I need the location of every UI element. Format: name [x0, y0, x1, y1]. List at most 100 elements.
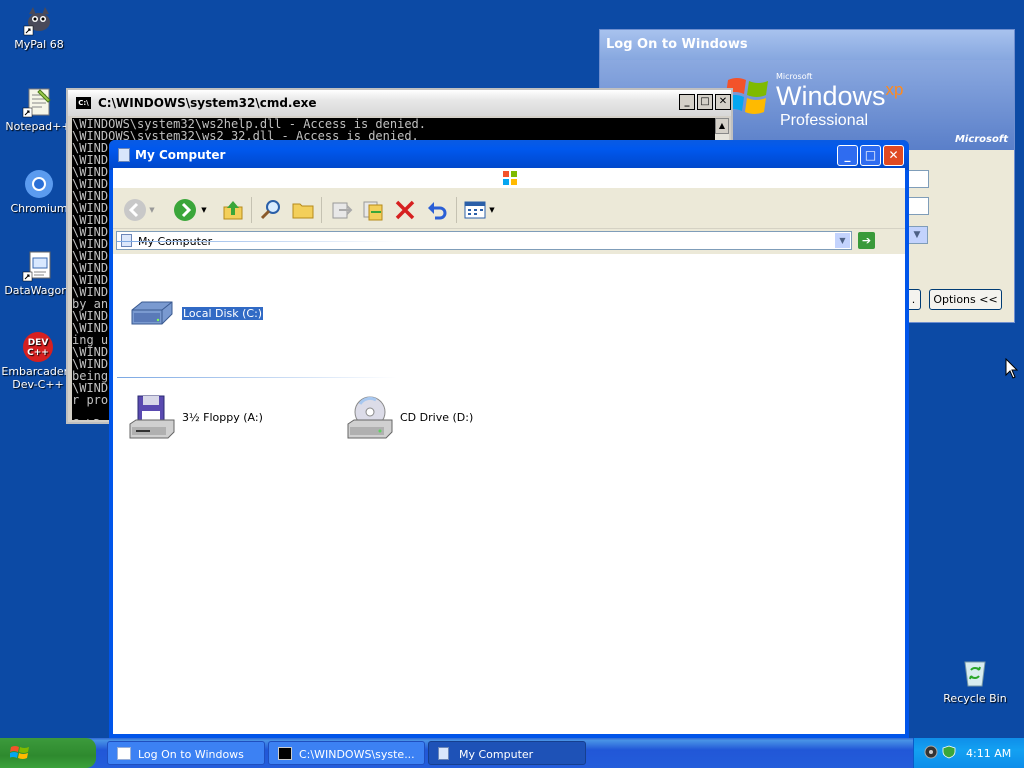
windows-flag-icon: [10, 746, 29, 759]
chromium-icon: [25, 170, 53, 198]
cmd-icon: [278, 747, 292, 760]
mypal-icon: [23, 7, 50, 36]
delete-icon: [395, 200, 415, 220]
cd-drive-icon: [347, 396, 393, 439]
close-button[interactable]: ✕: [883, 145, 904, 166]
username-field[interactable]: [906, 170, 929, 188]
my-computer-titlebar[interactable]: My Computer _ □ ✕: [109, 140, 909, 170]
recycle-bin-icon: [964, 661, 986, 687]
cmd-title: C:\WINDOWS\system32\cmd.exe: [98, 96, 317, 110]
brand-xp: xp: [885, 80, 904, 99]
back-button[interactable]: [123, 198, 147, 222]
drive-label: 3½ Floppy (A:): [182, 410, 263, 424]
mouse-cursor-icon: [1005, 358, 1019, 379]
desktop-icon-devcpp[interactable]: DEV C++ Embarcadero Dev-C++: [0, 331, 76, 391]
taskbar-item-cmd[interactable]: C:\WINDOWS\syste...: [268, 741, 425, 765]
taskbar: Log On to Windows C:\WINDOWS\syste... My…: [0, 738, 1024, 768]
up-folder-icon: [223, 201, 243, 220]
svg-text:C++: C++: [27, 348, 49, 358]
desktop-icon-datawagon[interactable]: DataWagon.: [0, 250, 76, 297]
desktop-icon-label: Notepad++: [5, 120, 71, 133]
forward-icon: [174, 199, 196, 221]
taskbar-item-logon[interactable]: Log On to Windows: [107, 741, 265, 765]
options-button[interactable]: Options <<: [929, 289, 1002, 310]
views-icon: [464, 201, 486, 219]
folders-button[interactable]: [291, 198, 315, 222]
toolbar: ▼ ▼ ▼: [113, 188, 905, 229]
drive-label: CD Drive (D:): [400, 410, 474, 424]
tray-icon[interactable]: [924, 745, 938, 759]
taskbar-item-label: C:\WINDOWS\syste...: [299, 748, 415, 761]
drive-local-disk[interactable]: Local Disk (C:): [128, 298, 265, 328]
go-button[interactable]: ➔: [858, 232, 875, 249]
forward-dropdown[interactable]: ▼: [199, 198, 209, 222]
drive-cd[interactable]: CD Drive (D:): [346, 394, 473, 440]
views-dropdown[interactable]: ▼: [487, 198, 497, 222]
taskbar-item-label: Log On to Windows: [138, 748, 244, 761]
svg-text:DEV: DEV: [28, 338, 49, 348]
undo-button[interactable]: [425, 198, 449, 222]
desktop-icon-recycle-bin[interactable]: Recycle Bin: [940, 656, 1010, 705]
maximize-button[interactable]: □: [697, 94, 713, 110]
views-button[interactable]: [463, 198, 487, 222]
back-dropdown[interactable]: ▼: [147, 198, 157, 222]
drive-floppy[interactable]: 3½ Floppy (A:): [128, 394, 263, 440]
delete-button[interactable]: [393, 198, 417, 222]
devcpp-icon: DEV C++: [23, 332, 53, 362]
forward-button[interactable]: [173, 198, 197, 222]
brand-edition: Professional: [780, 112, 869, 129]
scroll-up-icon[interactable]: ▲: [715, 118, 729, 134]
my-computer-window[interactable]: My Computer _ □ ✕ ▼ ▼ ▼ My Computer ▼ ➔ …: [109, 140, 909, 738]
brand-windows: Windowsxp: [776, 80, 904, 111]
shield-icon[interactable]: [942, 745, 956, 759]
taskbar-item-my-computer[interactable]: My Computer: [428, 741, 586, 765]
start-button[interactable]: [0, 738, 96, 768]
password-field[interactable]: [906, 197, 929, 215]
datawagon-icon: [22, 251, 51, 282]
group-divider: [117, 241, 397, 242]
brand-microsoft: Microsoft: [954, 134, 1008, 145]
chevron-down-icon[interactable]: ▼: [835, 233, 850, 248]
undo-icon: [428, 202, 447, 220]
logon-title: Log On to Windows: [600, 30, 1014, 60]
toolbar-separator: [251, 197, 252, 223]
maximize-button[interactable]: □: [860, 145, 881, 166]
minimize-button[interactable]: _: [679, 94, 695, 110]
drives-list[interactable]: Local Disk (C:) 3½ Floppy (A:) CD Drive …: [113, 241, 905, 734]
desktop-icon-label: MyPal 68: [14, 38, 64, 51]
copy-to-button[interactable]: [361, 198, 385, 222]
system-tray: 4:11 AM: [913, 738, 1024, 768]
clock[interactable]: 4:11 AM: [966, 747, 1011, 760]
my-computer-title: My Computer: [135, 148, 226, 162]
taskbar-item-label: My Computer: [459, 748, 534, 761]
computer-icon: [118, 148, 130, 162]
drive-label: Local Disk (C:): [180, 305, 265, 321]
toolbar-separator: [456, 197, 457, 223]
group-divider: [117, 377, 397, 378]
chevron-down-icon: ▼: [913, 230, 921, 240]
window-icon: [117, 747, 131, 760]
minimize-button[interactable]: _: [837, 145, 858, 166]
domain-dropdown[interactable]: ▼: [906, 226, 928, 244]
toolbar-separator: [321, 197, 322, 223]
desktop-icon-notepadpp[interactable]: Notepad++: [0, 86, 76, 133]
up-button[interactable]: [221, 198, 245, 222]
move-to-button[interactable]: [329, 198, 353, 222]
close-button[interactable]: ✕: [715, 94, 731, 110]
copy-to-icon: [363, 201, 383, 221]
desktop-icon-label: DataWagon.: [4, 284, 72, 297]
back-icon: [124, 199, 146, 221]
menu-bar: [113, 168, 905, 188]
hard-disk-icon: [131, 301, 173, 325]
computer-icon: [438, 747, 449, 760]
notepadpp-icon: [22, 88, 51, 118]
recycle-bin-label: Recycle Bin: [943, 692, 1007, 705]
folders-icon: [292, 203, 314, 219]
go-arrow-icon: ➔: [861, 234, 872, 247]
cmd-titlebar[interactable]: C:\ C:\WINDOWS\system32\cmd.exe _ □ ✕: [68, 90, 731, 116]
cmd-icon: C:\: [76, 97, 91, 109]
desktop-icon-mypal[interactable]: MyPal 68: [1, 4, 77, 51]
move-to-icon: [332, 202, 353, 219]
search-button[interactable]: [259, 198, 283, 222]
windows-flag-icon: [503, 171, 517, 185]
